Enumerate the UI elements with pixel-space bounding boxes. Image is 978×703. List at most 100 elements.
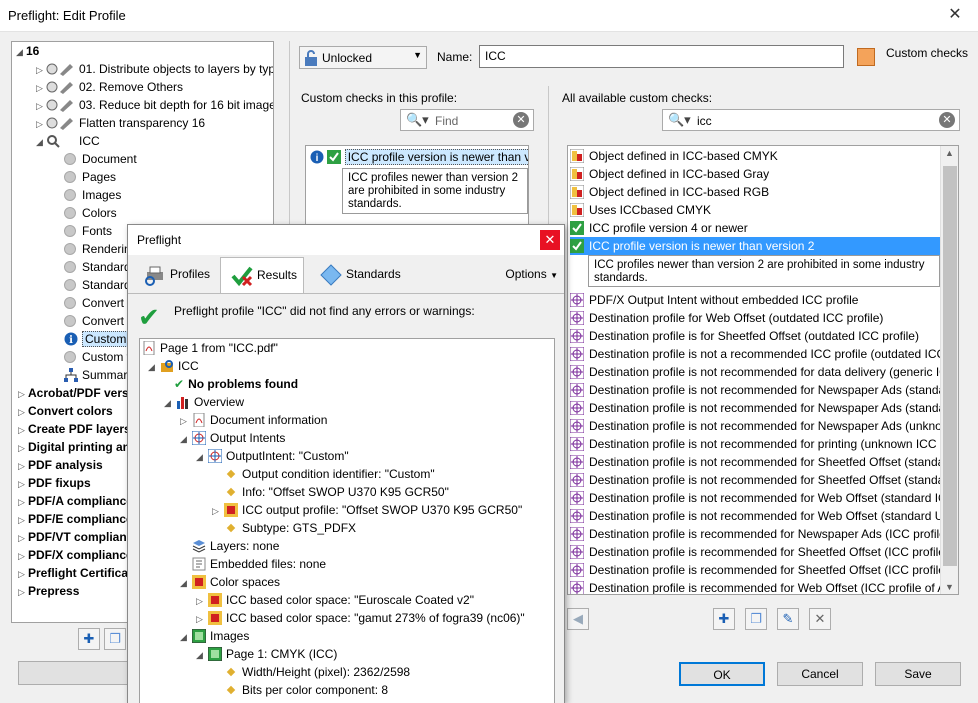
tree-group-prepress[interactable]: ▷ Prepress — [18, 582, 79, 600]
tree-icc-summary[interactable]: Summary — [64, 366, 133, 384]
result-row[interactable]: Bits per color component: 8 — [224, 681, 388, 699]
result-row[interactable]: ◢ OutputIntent: "Custom" — [196, 447, 349, 465]
duplicate-icon[interactable]: ❐ — [104, 628, 126, 650]
search-input[interactable]: 🔍▾ Find ✕ — [400, 109, 534, 131]
custom-checks-list[interactable]: i ICC profile version is newer than vers… — [305, 145, 529, 225]
list-item[interactable]: Destination profile is recommended for S… — [570, 543, 940, 561]
list-item[interactable]: Destination profile is not recommended f… — [570, 489, 940, 507]
list-item[interactable]: Destination profile is not recommended f… — [570, 471, 940, 489]
bottom-bar-button[interactable] — [18, 661, 128, 685]
list-item[interactable]: Destination profile is for Sheetfed Offs… — [570, 327, 940, 345]
result-row[interactable]: Width/Height (pixel): 2362/2598 — [224, 663, 410, 681]
options-menu[interactable]: Options ▼ — [505, 267, 558, 281]
tree-item-icc[interactable]: ◢ ICC — [36, 132, 100, 150]
tree-group-pdfa[interactable]: ▷ PDF/A compliance — [18, 492, 133, 510]
list-item[interactable]: Uses ICCbased CMYK — [570, 201, 940, 219]
result-row[interactable]: ◢ Images — [180, 627, 249, 645]
clear-icon[interactable]: ✕ — [939, 112, 955, 128]
list-item[interactable]: Destination profile is not recommended f… — [570, 381, 940, 399]
result-row[interactable]: Page 1 from "ICC.pdf" — [142, 339, 278, 357]
list-item[interactable]: Object defined in ICC-based Gray — [570, 165, 940, 183]
tree-group-pdfvt[interactable]: ▷ PDF/VT compliance — [18, 528, 140, 546]
available-checks-list[interactable]: Object defined in ICC-based CMYK Object d… — [567, 145, 959, 595]
list-item[interactable]: Destination profile is recommended for S… — [570, 561, 940, 579]
delete-icon[interactable]: ✕ — [809, 608, 831, 630]
tab-results[interactable]: Results — [220, 257, 304, 293]
list-item[interactable]: Destination profile is recommended for N… — [570, 525, 940, 543]
result-row[interactable]: ▷ ICC based color space: "gamut 273% of f… — [196, 609, 525, 627]
tab-standards[interactable]: Standards — [310, 257, 410, 293]
tree-group-pdf-fixups[interactable]: ▷ PDF fixups — [18, 474, 91, 492]
move-left-icon[interactable]: ◀ — [567, 608, 589, 630]
lock-dropdown[interactable]: Unlocked ▼ — [299, 46, 427, 69]
cancel-button[interactable]: Cancel — [777, 662, 863, 686]
tree-group-certificate[interactable]: ▷ Preflight Certificate — [18, 564, 139, 582]
tree-group-pdfe[interactable]: ▷ PDF/E compliance — [18, 510, 133, 528]
tree-icc-colors[interactable]: Colors — [64, 204, 117, 222]
result-row[interactable]: ◢ Overview — [164, 393, 244, 411]
list-item[interactable]: Object defined in ICC-based RGB — [570, 183, 940, 201]
tree-item-flatten[interactable]: ▷ Flatten transparency 16 — [36, 114, 205, 132]
result-row[interactable]: ✔ No problems found — [174, 375, 298, 393]
result-row[interactable]: ▷ Document information — [180, 411, 327, 429]
available-search-input[interactable]: 🔍▾ icc ✕ — [662, 109, 960, 131]
list-item[interactable]: Destination profile is recommended for W… — [570, 579, 940, 594]
result-row[interactable]: ▷ ICC based color space: "Euroscale Coate… — [196, 591, 474, 609]
result-row[interactable]: Subtype: GTS_PDFX — [224, 519, 356, 537]
tab-profiles[interactable]: Profiles — [134, 257, 220, 293]
result-row[interactable]: ◢ Page 1: CMYK (ICC) — [196, 645, 337, 663]
result-row[interactable]: ◢ Output Intents — [180, 429, 285, 447]
tree-item-distribute[interactable]: ▷ 01. Distribute objects to layers by typ… — [36, 60, 273, 78]
scrollbar[interactable]: ▲ ▼ — [940, 146, 958, 594]
duplicate-icon[interactable]: ❐ — [745, 608, 767, 630]
list-item[interactable]: Destination profile is not recommended f… — [570, 435, 940, 453]
list-item[interactable]: i ICC profile version is newer than vers… — [310, 148, 528, 166]
add-icon[interactable]: ✚ — [713, 608, 735, 630]
dialog-close-button[interactable]: ✕ — [540, 230, 560, 250]
list-item[interactable]: Destination profile for Web Offset (outd… — [570, 309, 940, 327]
tree-icc-standards-2[interactable]: Standards — [64, 276, 137, 294]
list-item[interactable]: Destination profile is not recommended f… — [570, 417, 940, 435]
results-tree[interactable]: Page 1 from "ICC.pdf" ◢ ICC ✔ No problems … — [139, 338, 555, 703]
tree-group-digital-printing[interactable]: ▷ Digital printing and — [18, 438, 137, 456]
tree-root[interactable]: ◢ 16 — [16, 42, 39, 60]
tree-icc-images[interactable]: Images — [64, 186, 121, 204]
tree-group-convert-colors[interactable]: ▷ Convert colors — [18, 402, 113, 420]
list-item[interactable]: Destination profile is not a recommended… — [570, 345, 940, 363]
result-row[interactable]: ◢ Color spaces — [180, 573, 280, 591]
tree-icc-pages[interactable]: Pages — [64, 168, 116, 186]
list-item[interactable]: Destination profile is not recommended f… — [570, 507, 940, 525]
result-row[interactable]: Output condition identifier: "Custom" — [224, 465, 435, 483]
list-item[interactable]: Destination profile is not recommended f… — [570, 363, 940, 381]
result-row[interactable]: Layers: none — [192, 537, 279, 555]
scrollbar-thumb[interactable] — [943, 166, 957, 566]
list-item[interactable]: Destination profile is not recommended f… — [570, 453, 940, 471]
list-item[interactable]: Object defined in ICC-based CMYK — [570, 147, 940, 165]
preflight-dialog[interactable]: Preflight ✕ Profiles Results Standards O… — [127, 224, 565, 703]
tree-icc-standards[interactable]: Standards — [64, 258, 137, 276]
tree-group-create-layers[interactable]: ▷ Create PDF layers — [18, 420, 131, 438]
add-icon[interactable]: ✚ — [78, 628, 100, 650]
ok-button[interactable]: OK — [679, 662, 765, 686]
scroll-up-icon[interactable]: ▲ — [945, 148, 954, 158]
tree-icc-fonts[interactable]: Fonts — [64, 222, 112, 240]
tree-icc-document[interactable]: Document — [64, 150, 137, 168]
result-row[interactable]: Embedded files: none — [192, 555, 326, 573]
edit-icon[interactable]: ✎ — [777, 608, 799, 630]
tree-group-pdfx[interactable]: ▷ PDF/X compliance — [18, 546, 133, 564]
result-row[interactable]: Info: "Offset SWOP U370 K95 GCR50" — [224, 483, 449, 501]
list-item[interactable]: ICC profile version 4 or newer — [570, 219, 940, 237]
save-button[interactable]: Save — [875, 662, 961, 686]
list-item[interactable]: ICC profile version is newer than versio… — [570, 237, 940, 255]
tree-item-remove-others[interactable]: ▷ 02. Remove Others — [36, 78, 183, 96]
scroll-down-icon[interactable]: ▼ — [945, 582, 954, 592]
clear-icon[interactable]: ✕ — [513, 112, 529, 128]
window-close-button[interactable]: ✕ — [932, 0, 978, 32]
tree-item-reduce-bit-depth[interactable]: ▷ 03. Reduce bit depth for 16 bit images — [36, 96, 273, 114]
result-row[interactable]: ◢ ICC — [148, 357, 199, 375]
list-item[interactable]: PDF/X Output Intent without embedded ICC… — [570, 291, 940, 309]
tree-group-pdf-analysis[interactable]: ▷ PDF analysis — [18, 456, 103, 474]
name-input[interactable]: ICC — [479, 45, 844, 68]
list-item[interactable]: Destination profile is not recommended f… — [570, 399, 940, 417]
result-row[interactable]: ▷ ICC output profile: "Offset SWOP U370 K… — [212, 501, 522, 519]
